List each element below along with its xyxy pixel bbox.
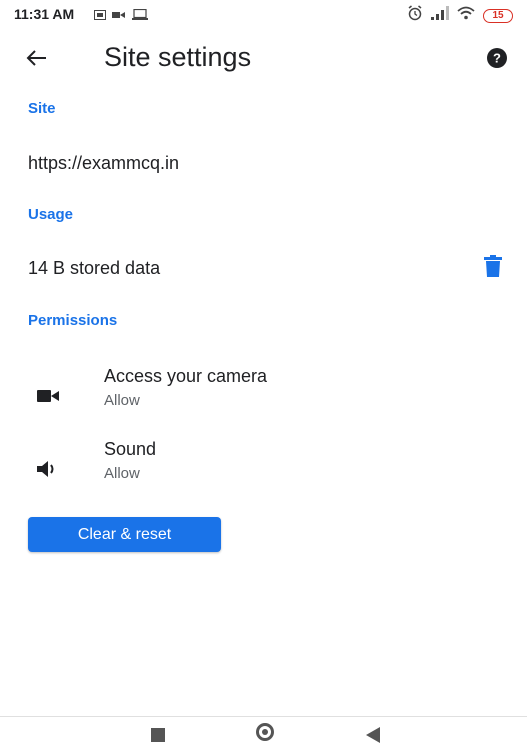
laptop-icon [132,7,148,25]
clear-reset-button[interactable]: Clear & reset [28,517,221,552]
arrow-back-icon [25,49,47,72]
section-header-usage: Usage [28,206,74,223]
help-button[interactable]: ? [483,46,511,74]
permission-status: Allow [104,465,140,482]
help-icon: ? [486,47,508,74]
stored-data-label: 14 B stored data [28,258,161,278]
status-system-icons: 15 [407,5,513,26]
battery-indicator: 15 [483,8,513,23]
svg-text:?: ? [493,50,501,65]
signal-icon [431,6,449,25]
delete-stored-data-button[interactable] [481,254,505,282]
home-icon[interactable] [256,723,274,741]
section-header-site: Site [28,100,56,117]
page-title: Site settings [104,42,252,72]
alarm-icon [407,5,423,26]
sim-card-icon [94,7,106,25]
recents-icon[interactable] [151,728,165,742]
system-nav-bar [0,717,527,743]
permission-item-camera[interactable]: Access your camera Allow [0,366,527,426]
permission-item-sound[interactable]: Sound Allow [0,439,527,499]
permission-title: Sound [104,439,157,459]
status-bar: 11:31 AM 15 [0,0,527,28]
back-button[interactable] [20,44,52,76]
camera-icon [36,384,60,408]
permission-title: Access your camera [104,366,268,386]
status-notification-icons [94,7,148,25]
status-time: 11:31 AM [14,6,75,22]
wifi-icon [457,6,475,25]
trash-icon [484,254,502,282]
site-url: https://exammcq.in [28,153,180,173]
back-icon[interactable] [366,727,380,743]
video-call-icon [112,7,126,25]
app-bar: Site settings ? [0,32,527,88]
permission-status: Allow [104,392,140,409]
section-header-permissions: Permissions [28,312,118,329]
speaker-icon [36,457,60,481]
